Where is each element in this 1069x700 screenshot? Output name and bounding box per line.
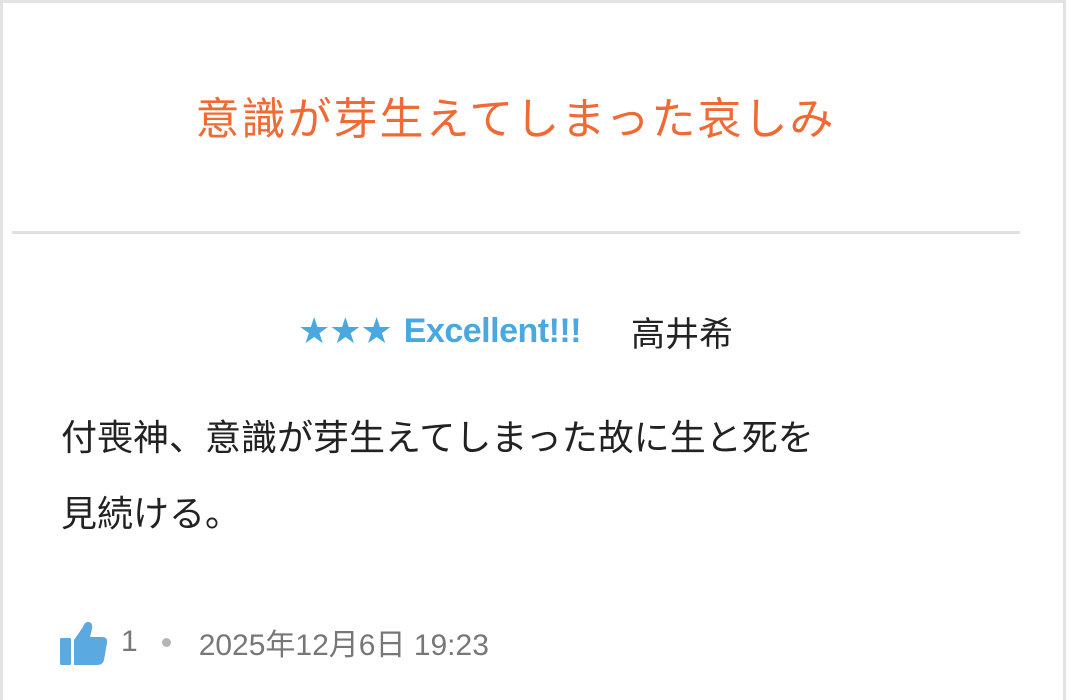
review-timestamp: 2025年12月6日 19:23 (198, 629, 489, 662)
review-meta: 1 2025年12月6日 19:23 (59, 617, 489, 667)
review-body: 付喪神、意識が芽生えてしまった故に生と死を 見続ける。 (61, 401, 961, 553)
review-card: 意識が芽生えてしまった哀しみ ★★★ Excellent!!! 高井希 付喪神、… (0, 0, 1066, 700)
rating-stars: ★★★ (297, 310, 393, 351)
separator-dot (161, 637, 171, 647)
like-button[interactable]: 1 (59, 618, 138, 666)
rating-label: Excellent!!! (403, 311, 582, 350)
thumbs-up-icon (60, 621, 108, 665)
like-count: 1 (121, 625, 138, 658)
divider (12, 231, 1020, 234)
review-body-line: 見続ける。 (61, 494, 242, 535)
review-title: 意識が芽生えてしまった哀しみ (195, 94, 836, 145)
review-body-line: 付喪神、意識が芽生えてしまった故に生と死を (61, 418, 814, 459)
rating-row: ★★★ Excellent!!! 高井希 (3, 305, 1028, 357)
reviewer-name[interactable]: 高井希 (631, 307, 733, 356)
